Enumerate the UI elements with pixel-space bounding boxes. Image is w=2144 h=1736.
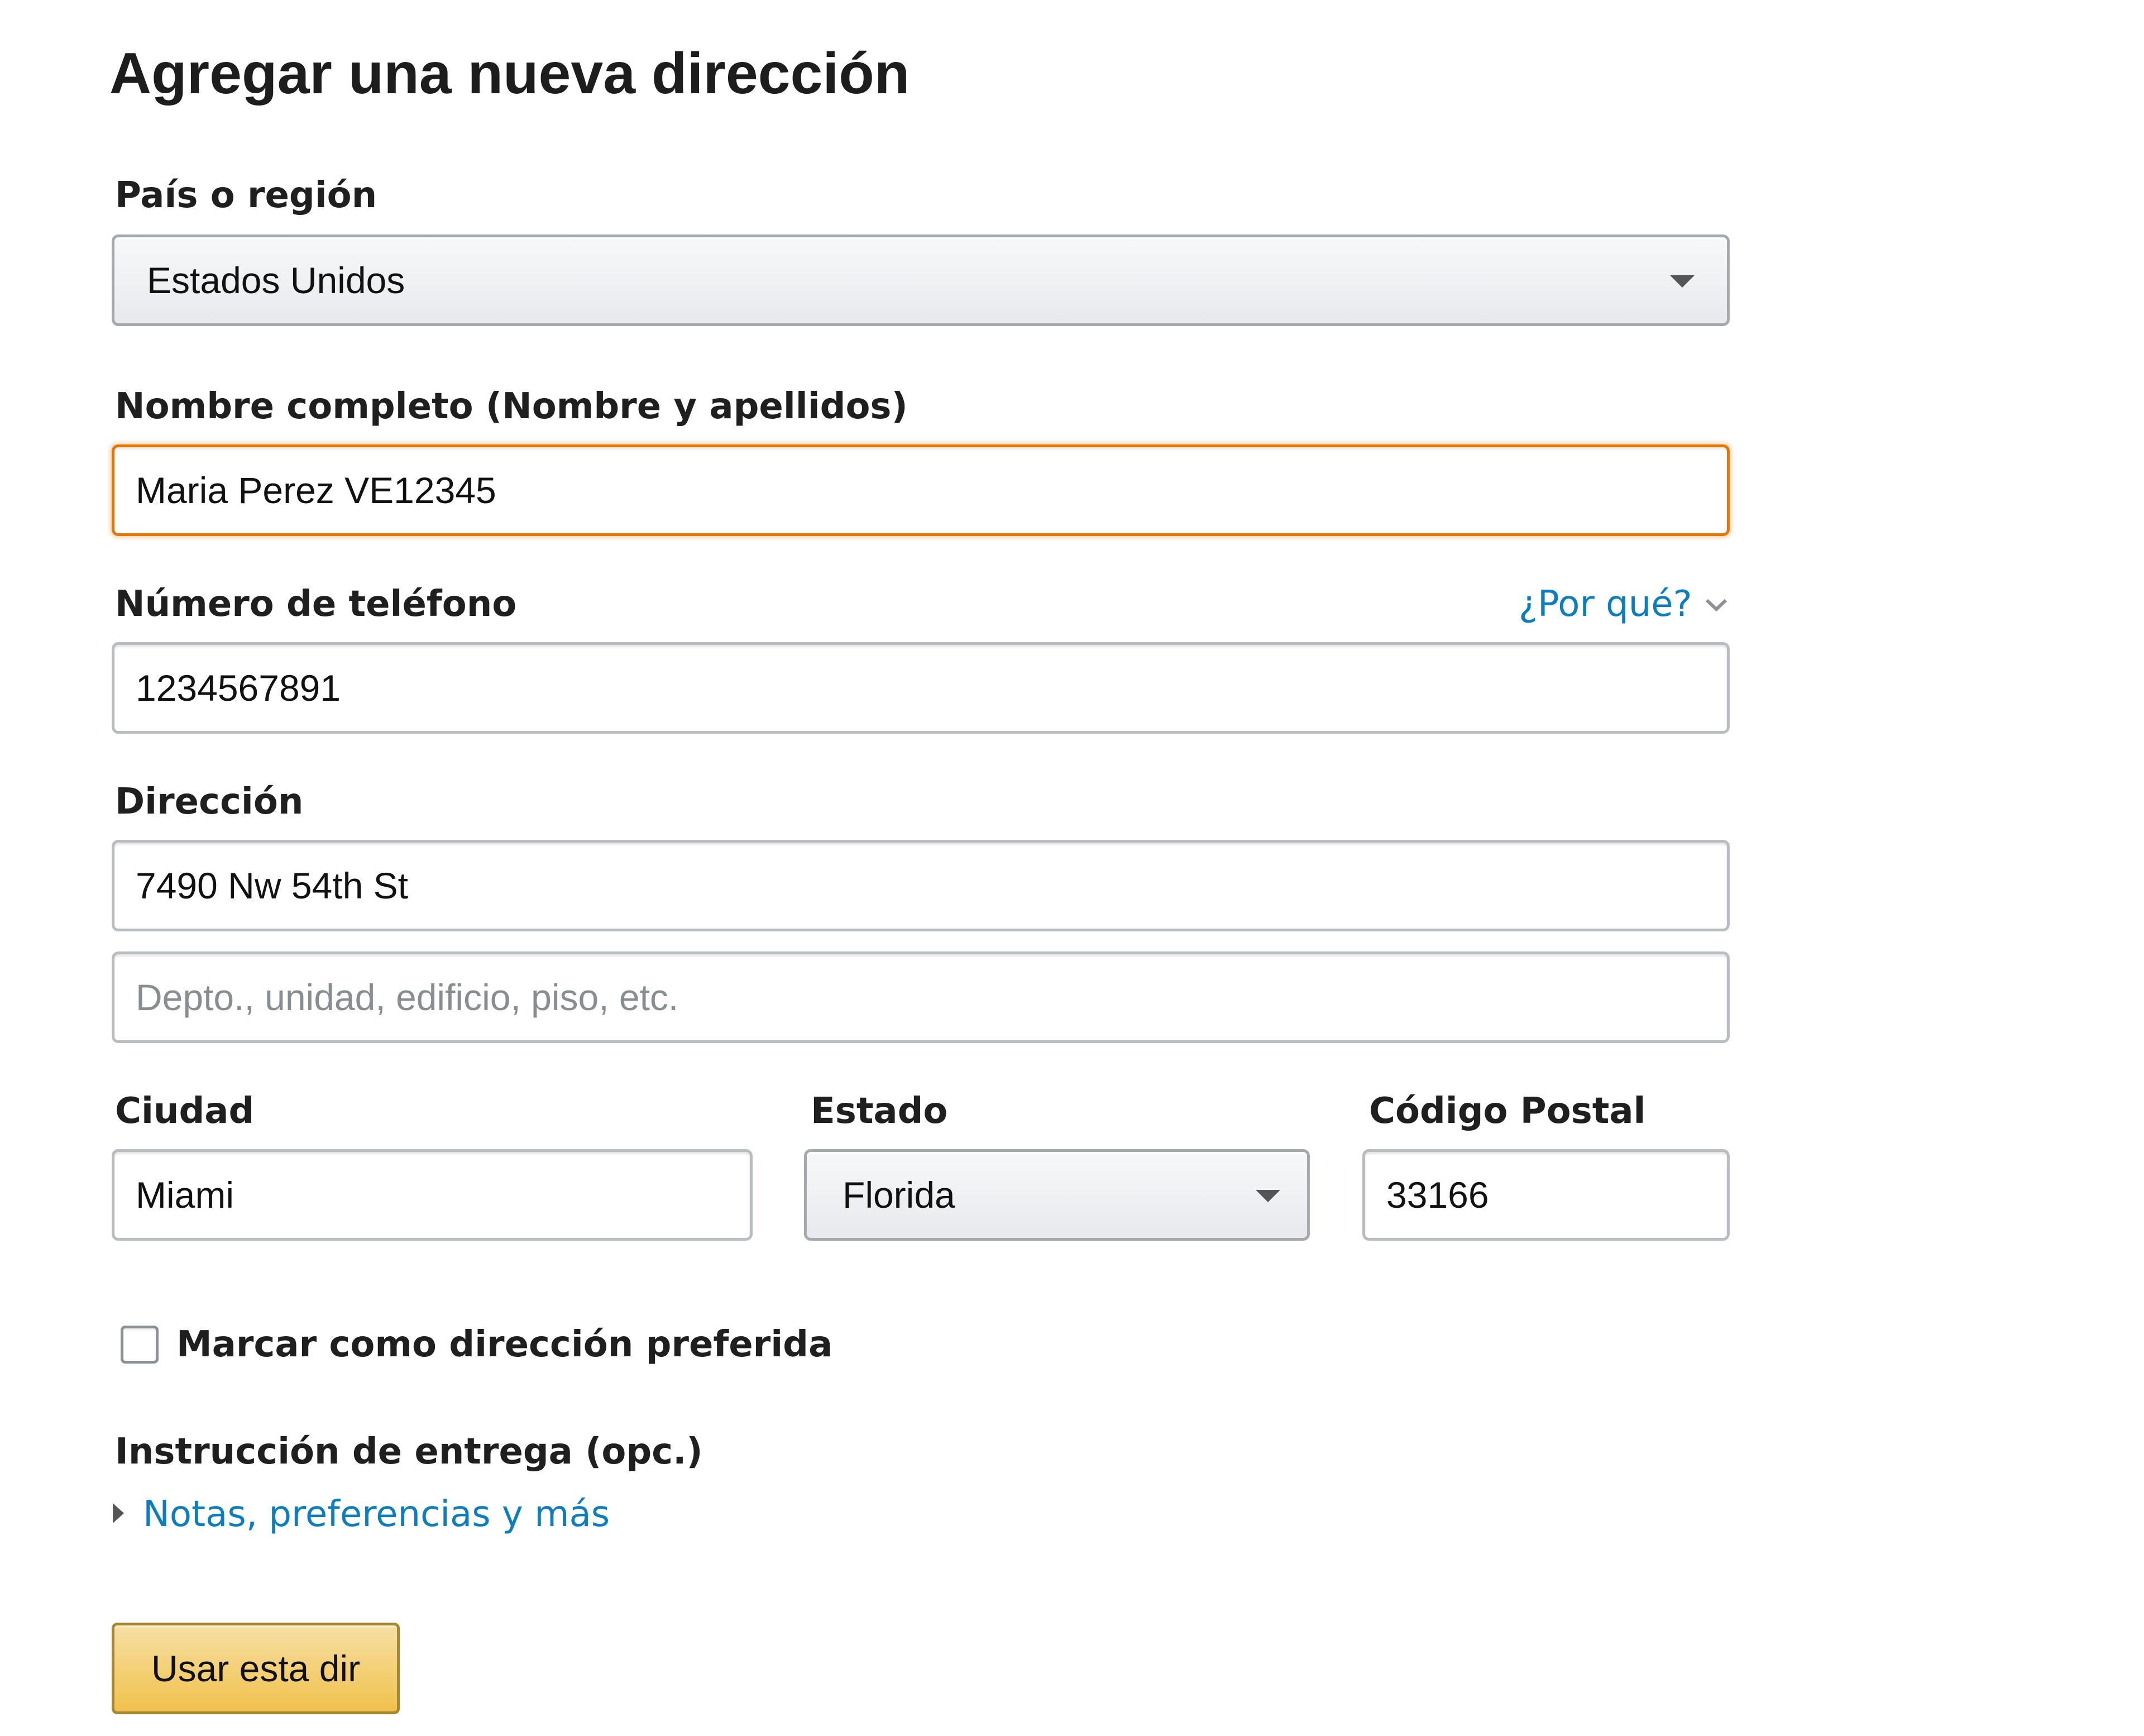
state-select-value: Florida: [843, 1174, 955, 1216]
phone-input[interactable]: 1234567891: [112, 642, 1730, 734]
delivery-notes-link[interactable]: Notas, preferencias y más: [143, 1493, 610, 1536]
why-link[interactable]: ¿Por qué?: [1519, 583, 1692, 626]
delivery-label: Instrucción de entrega (opc.): [115, 1431, 703, 1472]
country-select-value: Estados Unidos: [147, 260, 405, 301]
chevron-down-icon: [1705, 599, 1727, 612]
full-name-label: Nombre completo (Nombre y apellidos): [115, 386, 908, 427]
phone-value: 1234567891: [136, 667, 341, 709]
state-select[interactable]: Florida: [804, 1149, 1310, 1241]
preferred-checkbox[interactable]: [121, 1326, 159, 1364]
add-address-form: Agregar una nueva dirección País o regió…: [0, 0, 2144, 1736]
postal-label: Código Postal: [1369, 1091, 1646, 1132]
city-label: Ciudad: [115, 1091, 255, 1132]
city-input[interactable]: Miami: [112, 1149, 753, 1241]
chevron-down-icon: [1670, 275, 1695, 288]
why-link-wrapper[interactable]: ¿Por qué?: [1519, 583, 1729, 626]
expand-triangle-icon[interactable]: [113, 1503, 124, 1523]
address-line1-value: 7490 Nw 54th St: [136, 865, 408, 906]
full-name-value: Maria Perez VE12345: [136, 470, 496, 511]
full-name-input[interactable]: Maria Perez VE12345: [112, 444, 1730, 536]
address-line2-input[interactable]: Depto., unidad, edificio, piso, etc.: [112, 951, 1730, 1043]
preferred-label[interactable]: Marcar como dirección preferida: [176, 1323, 832, 1366]
address-line1-input[interactable]: 7490 Nw 54th St: [112, 840, 1730, 931]
chevron-down-icon: [1256, 1190, 1280, 1202]
address-label: Dirección: [115, 781, 304, 822]
use-address-button-label: Usar esta dir: [151, 1648, 361, 1689]
postal-input[interactable]: 33166: [1362, 1149, 1730, 1241]
phone-label: Número de teléfono: [115, 584, 517, 625]
use-address-button[interactable]: Usar esta dir: [112, 1623, 400, 1714]
country-select[interactable]: Estados Unidos: [112, 235, 1730, 326]
page-title: Agregar una nueva dirección: [109, 41, 910, 106]
country-label: País o región: [115, 175, 377, 216]
address-line2-placeholder: Depto., unidad, edificio, piso, etc.: [136, 977, 679, 1018]
city-value: Miami: [136, 1174, 234, 1216]
postal-value: 33166: [1386, 1174, 1489, 1216]
state-label: Estado: [811, 1091, 948, 1132]
